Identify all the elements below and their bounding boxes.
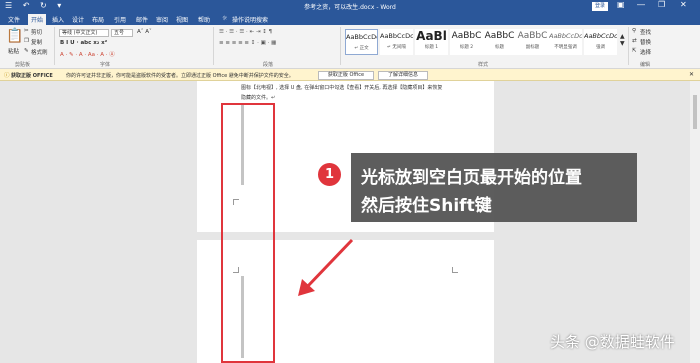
annotation-callout: 光标放到空白页最开始的位置 然后按住Shift键: [351, 153, 637, 222]
step-number-badge: 1: [316, 161, 343, 188]
callout-text-line2: 然后按住Shift键: [361, 196, 492, 216]
arrow-shaft: [305, 238, 354, 289]
callout-text-line1: 光标放到空白页最开始的位置: [361, 168, 582, 188]
watermark: 头条 @数据蛙软件: [550, 333, 675, 351]
